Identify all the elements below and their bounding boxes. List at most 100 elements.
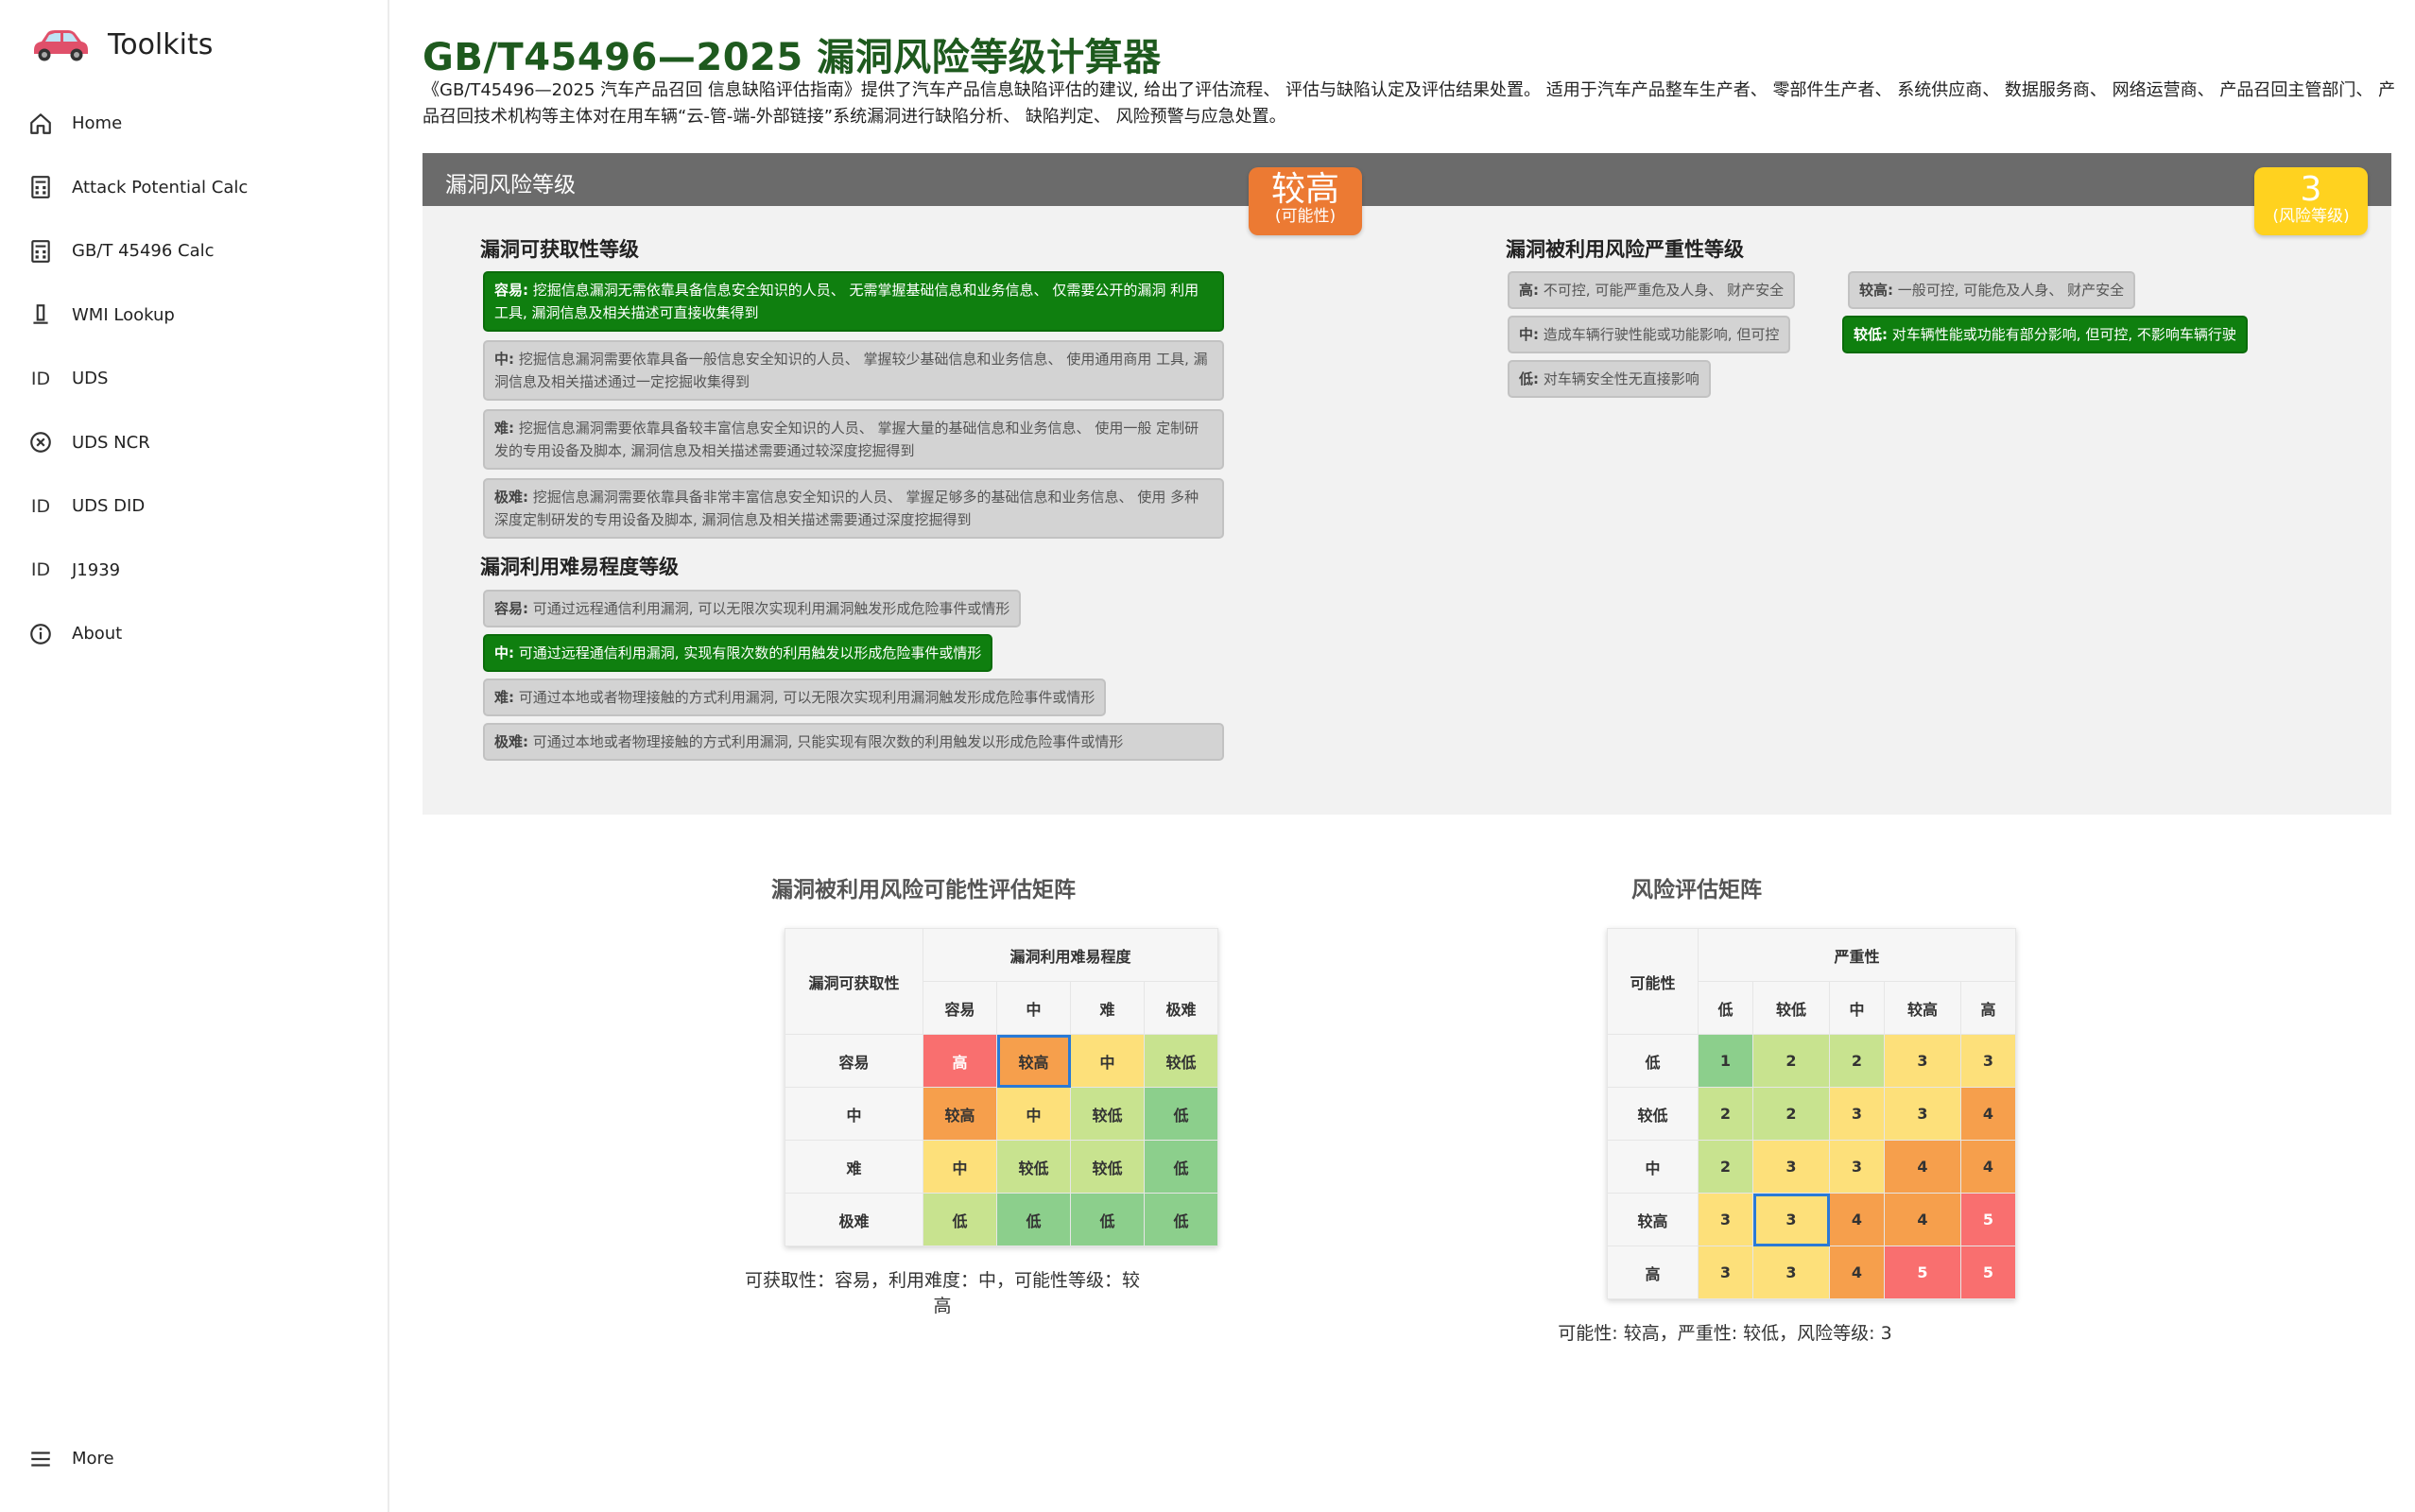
exploit-option-easy[interactable]: 容易: 可通过远程通信利用漏洞, 可以无限次实现利用漏洞触发形成危险事件或情形 bbox=[483, 590, 1022, 627]
matrix-col-header: 中 bbox=[996, 981, 1071, 1035]
page-description: 《GB/T45496—2025 汽车产品召回 信息缺陷评估指南》提供了汽车产品信… bbox=[423, 80, 2396, 127]
matrix-cell: 较低 bbox=[1070, 1087, 1145, 1141]
matrix-row-header: 较低 bbox=[1607, 1087, 1699, 1141]
matrix-col-header: 较低 bbox=[1752, 981, 1830, 1035]
matrix-cell: 中 bbox=[923, 1140, 997, 1194]
option-text: 可通过本地或者物理接触的方式利用漏洞, 可以无限次实现利用漏洞触发形成危险事件或… bbox=[518, 689, 1095, 706]
possibility-value: 较高 bbox=[1270, 170, 1339, 209]
option-text: 挖掘信息漏洞需要依靠具备非常丰富信息安全知识的人员、 掌握足够多的基础信息和业务… bbox=[494, 489, 1199, 528]
panel-header: 漏洞风险等级 bbox=[423, 153, 2391, 206]
matrix-col-header: 中 bbox=[1829, 981, 1885, 1035]
matrix-cell: 4 bbox=[1829, 1193, 1885, 1246]
menu-icon bbox=[26, 1445, 55, 1473]
option-text: 造成车辆行驶性能或功能影响, 但可控 bbox=[1543, 326, 1780, 343]
matrix-cell: 2 bbox=[1698, 1140, 1753, 1194]
matrix-cell: 1 bbox=[1698, 1034, 1753, 1088]
sidebar-item-label: Home bbox=[72, 113, 123, 134]
option-key: 高: bbox=[1519, 282, 1539, 299]
sidebar-item-attack-potential-calc[interactable]: Attack Potential Calc bbox=[0, 156, 388, 220]
panel-title: 漏洞风险等级 bbox=[445, 173, 576, 198]
option-text: 可通过远程通信利用漏洞, 可以无限次实现利用漏洞触发形成危险事件或情形 bbox=[532, 600, 1010, 617]
risk-matrix-title: 风险评估矩阵 bbox=[1631, 878, 1762, 902]
risk-level-badge: 3 (风险等级) bbox=[2254, 167, 2368, 235]
sidebar-item-wmi-lookup[interactable]: WMI Lookup bbox=[0, 284, 388, 348]
severity-option-medium-high[interactable]: 较高: 一般可控, 可能危及人身、 财产安全 bbox=[1848, 271, 2136, 309]
matrix-cell: 2 bbox=[1752, 1034, 1830, 1088]
cancel-circle-icon bbox=[26, 428, 55, 456]
sidebar-item-uds-ncr[interactable]: UDS NCR bbox=[0, 411, 388, 475]
exploit-option-very-hard[interactable]: 极难: 可通过本地或者物理接触的方式利用漏洞, 只能实现有限次数的利用触发以形成… bbox=[483, 723, 1224, 761]
option-key: 容易: bbox=[494, 600, 528, 617]
option-key: 中: bbox=[494, 644, 514, 662]
matrix-corner: 漏洞可获取性 bbox=[785, 928, 923, 1035]
sidebar-item-uds-did[interactable]: ID UDS DID bbox=[0, 474, 388, 539]
risk-level-label: (风险等级) bbox=[2272, 207, 2350, 226]
matrix-col-group: 严重性 bbox=[1698, 928, 2016, 982]
sidebar-item-uds[interactable]: ID UDS bbox=[0, 347, 388, 411]
matrix-cell-selected: 3 bbox=[1752, 1193, 1830, 1246]
main-content: GB/T45496—2025 漏洞风险等级计算器 《GB/T45496—2025… bbox=[423, 0, 2398, 1512]
matrix-row-header: 中 bbox=[1607, 1140, 1699, 1194]
sidebar-item-gbt-45496-calc[interactable]: GB/T 45496 Calc bbox=[0, 219, 388, 284]
severity-heading: 漏洞被利用风险严重性等级 bbox=[1506, 238, 1744, 261]
severity-option-medium[interactable]: 中: 造成车辆行驶性能或功能影响, 但可控 bbox=[1508, 316, 1791, 353]
severity-option-medium-low[interactable]: 较低: 对车辆性能或功能有部分影响, 但可控, 不影响车辆行驶 bbox=[1842, 316, 2248, 353]
matrix-cell: 中 bbox=[1070, 1034, 1145, 1088]
likelihood-matrix: 漏洞可获取性 漏洞利用难易程度 容易 中 难 极难 容易 高 较高 中 较低 中… bbox=[785, 928, 1218, 1246]
exploit-option-hard[interactable]: 难: 可通过本地或者物理接触的方式利用漏洞, 可以无限次实现利用漏洞触发形成危险… bbox=[483, 679, 1107, 716]
acquisition-option-very-hard[interactable]: 极难: 挖掘信息漏洞需要依靠具备非常丰富信息安全知识的人员、 掌握足够多的基础信… bbox=[483, 478, 1224, 539]
acquisition-option-easy[interactable]: 容易: 挖掘信息漏洞无需依靠具备信息安全知识的人员、 无需掌握基础信息和业务信息… bbox=[483, 271, 1224, 332]
matrix-cell: 低 bbox=[923, 1193, 997, 1246]
option-key: 极难: bbox=[494, 489, 528, 506]
risk-matrix: 可能性 严重性 低 较低 中 较高 高 低 1 2 2 3 3 较低 2 2 3… bbox=[1607, 928, 2016, 1299]
matrix-cell: 低 bbox=[1144, 1087, 1218, 1141]
matrix-cell: 2 bbox=[1829, 1034, 1885, 1088]
matrix-col-header: 极难 bbox=[1144, 981, 1218, 1035]
sidebar-item-label: UDS DID bbox=[72, 496, 146, 517]
exploit-option-medium[interactable]: 中: 可通过远程通信利用漏洞, 实现有限次数的利用触发以形成危险事件或情形 bbox=[483, 634, 993, 672]
matrix-corner: 可能性 bbox=[1607, 928, 1699, 1035]
matrix-row-header: 难 bbox=[785, 1140, 923, 1194]
brand[interactable]: Toolkits bbox=[28, 21, 213, 68]
matrix-col-header: 难 bbox=[1070, 981, 1145, 1035]
matrix-row-header: 低 bbox=[1607, 1034, 1699, 1088]
matrix-cell: 3 bbox=[1884, 1087, 1961, 1141]
matrix-cell: 较高 bbox=[923, 1087, 997, 1141]
likelihood-matrix-caption: 可获取性：容易，利用难度：中，可能性等级：较高 bbox=[744, 1270, 1140, 1316]
matrix-cell-selected: 较高 bbox=[996, 1034, 1071, 1088]
option-key: 较低: bbox=[1854, 326, 1888, 343]
car-logo-icon bbox=[34, 30, 88, 61]
more-button[interactable]: More bbox=[0, 1427, 388, 1491]
risk-level-value: 3 bbox=[2300, 170, 2322, 209]
home-icon bbox=[26, 110, 55, 138]
matrix-col-header: 容易 bbox=[923, 981, 997, 1035]
matrix-cell: 高 bbox=[923, 1034, 997, 1088]
id-icon: ID bbox=[30, 495, 51, 517]
acquisition-option-medium[interactable]: 中: 挖掘信息漏洞需要依靠具备一般信息安全知识的人员、 掌握较少基础信息和业务信… bbox=[483, 340, 1224, 401]
severity-option-low[interactable]: 低: 对车辆安全性无直接影响 bbox=[1508, 360, 1711, 398]
sidebar-item-home[interactable]: Home bbox=[0, 92, 388, 156]
option-key: 低: bbox=[1519, 370, 1539, 387]
matrix-cell: 较低 bbox=[996, 1140, 1071, 1194]
id-icon: ID bbox=[30, 368, 51, 389]
matrix-cell: 3 bbox=[1960, 1034, 2016, 1088]
likelihood-matrix-title: 漏洞被利用风险可能性评估矩阵 bbox=[771, 878, 1076, 902]
matrix-cell: 4 bbox=[1884, 1140, 1961, 1194]
acquisition-option-hard[interactable]: 难: 挖掘信息漏洞需要依靠具备较丰富信息安全知识的人员、 掌握大量的基础信息和业… bbox=[483, 409, 1224, 470]
matrix-cell: 3 bbox=[1829, 1140, 1885, 1194]
matrix-row-header: 容易 bbox=[785, 1034, 923, 1088]
option-text: 对车辆性能或功能有部分影响, 但可控, 不影响车辆行驶 bbox=[1891, 326, 2236, 343]
matrix-cell: 4 bbox=[1884, 1193, 1961, 1246]
matrix-col-header: 较高 bbox=[1884, 981, 1961, 1035]
matrix-cell: 低 bbox=[1144, 1193, 1218, 1246]
matrix-cell: 3 bbox=[1698, 1246, 1753, 1299]
severity-option-high[interactable]: 高: 不可控, 可能严重危及人身、 财产安全 bbox=[1508, 271, 1796, 309]
matrix-row-header: 极难 bbox=[785, 1193, 923, 1246]
option-key: 难: bbox=[494, 689, 514, 706]
option-text: 可通过远程通信利用漏洞, 实现有限次数的利用触发以形成危险事件或情形 bbox=[518, 644, 982, 662]
sidebar-item-j1939[interactable]: ID J1939 bbox=[0, 539, 388, 603]
sidebar-item-label: Attack Potential Calc bbox=[72, 177, 249, 198]
matrix-cell: 较低 bbox=[1070, 1140, 1145, 1194]
option-text: 挖掘信息漏洞无需依靠具备信息安全知识的人员、 无需掌握基础信息和业务信息、 仅需… bbox=[494, 282, 1199, 321]
sidebar-item-about[interactable]: About bbox=[0, 602, 388, 666]
